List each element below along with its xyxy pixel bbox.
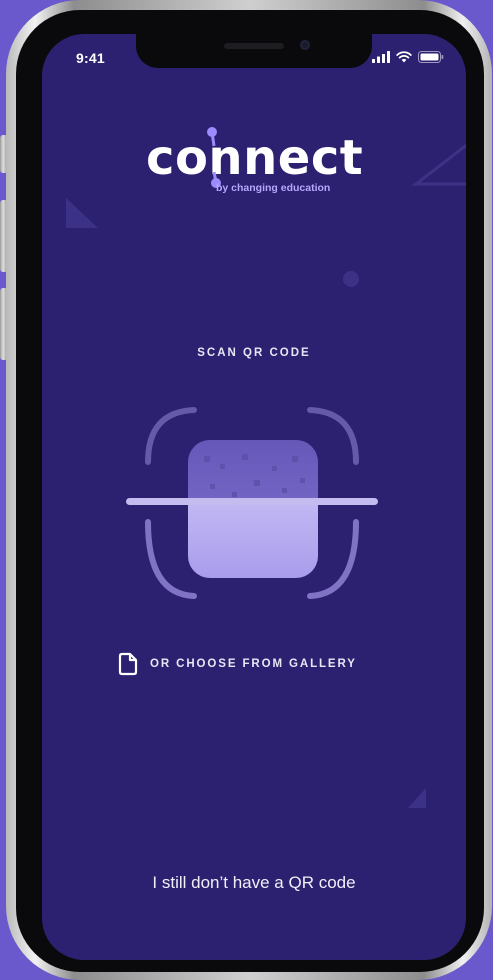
status-icons [372,50,444,64]
scan-title: SCAN QR CODE [197,347,311,359]
battery-icon [418,51,444,63]
gallery-label: OR CHOOSE FROM GALLERY [150,658,357,670]
logo-wordmark: connect [146,130,364,186]
triangle-small-decoration [408,788,426,808]
no-qr-code-link[interactable]: I still don’t have a QR code [42,873,466,893]
speaker-grille [224,43,284,49]
app-screen: 9:41 connect by changing education SCAN … [42,34,466,960]
choose-from-gallery-button[interactable]: OR CHOOSE FROM GALLERY [118,652,357,676]
qr-scan-icon[interactable] [122,404,382,604]
canvas: 9:41 connect by changing education SCAN … [0,0,493,980]
status-time: 9:41 [76,50,105,66]
connect-logo: connect by changing education [42,127,466,210]
network-node-icon [207,127,221,188]
phone-notch [136,34,372,68]
logo-tagline: by changing education [216,182,331,194]
circle-decoration [343,271,359,287]
signal-icon [372,51,390,63]
front-camera [300,40,310,50]
wifi-icon [396,51,412,63]
file-icon [118,652,138,676]
